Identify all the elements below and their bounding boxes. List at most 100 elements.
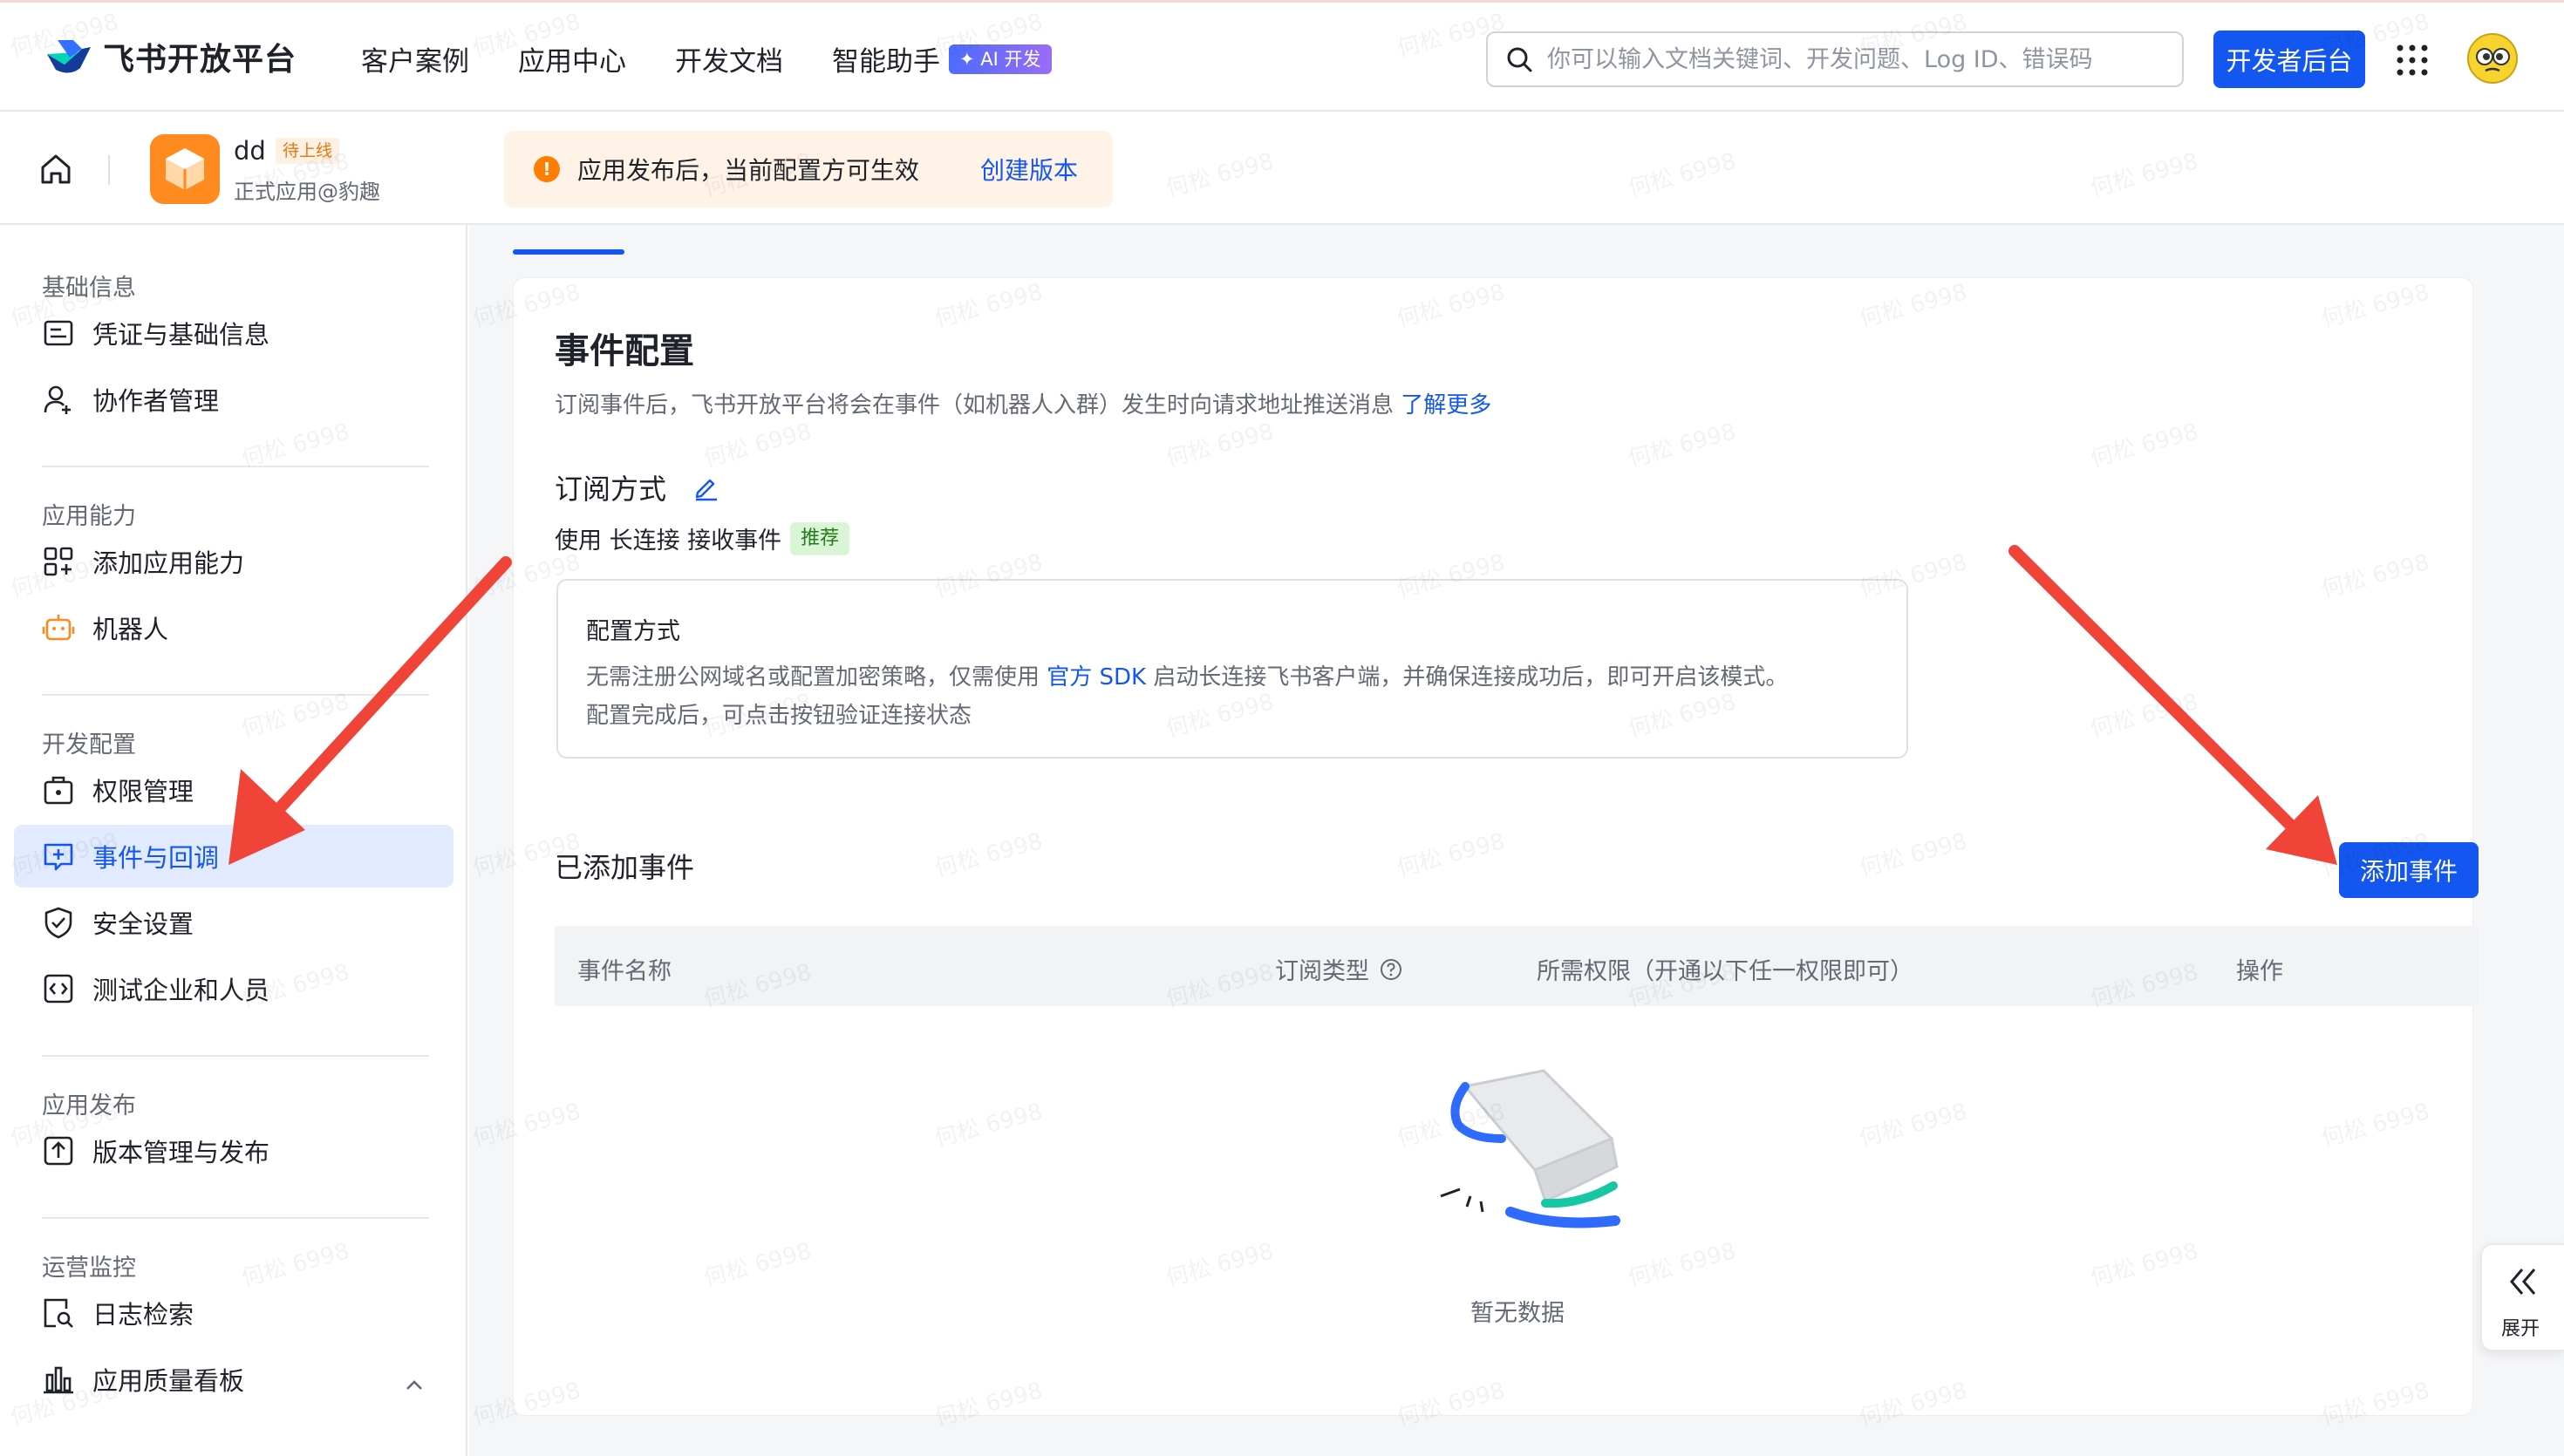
description-text: 订阅事件后，飞书开放平台将会在事件（如机器人入群）发生时向请求地址推送消息 xyxy=(555,392,1395,418)
sidebar-item-quality-board[interactable]: 应用质量看板 xyxy=(14,1348,453,1411)
notice-text: 应用发布后，当前配置方可生效 xyxy=(577,156,920,185)
empty-state-text: 暂无数据 xyxy=(1470,1300,1565,1327)
column-required-permissions: 所需权限（开通以下任一权限即可） xyxy=(1537,958,1913,985)
search-input[interactable] xyxy=(1547,45,2158,73)
nav-assistant-label: 智能助手 xyxy=(832,46,940,78)
add-event-button[interactable]: 添加事件 xyxy=(2339,842,2479,898)
app-subtitle: 正式应用@豹趣 xyxy=(234,180,380,204)
empty-box-illustration xyxy=(1440,1069,1620,1228)
user-avatar[interactable] xyxy=(2466,32,2519,85)
config-method-title: 配置方式 xyxy=(586,618,680,645)
sidebar-divider xyxy=(42,1055,429,1057)
create-version-link[interactable]: 创建版本 xyxy=(980,152,1078,187)
edit-pencil-icon[interactable] xyxy=(692,473,720,501)
sidebar-item-events-callbacks[interactable]: 事件与回调 xyxy=(14,825,453,888)
brand-name: 飞书开放平台 xyxy=(103,42,297,78)
sidebar-item-label: 版本管理与发布 xyxy=(92,1138,270,1167)
sidebar-item-label: 协作者管理 xyxy=(92,386,220,416)
sidebar-item-bot[interactable]: 机器人 xyxy=(14,596,453,659)
nav-dev-docs[interactable]: 开发文档 xyxy=(675,39,783,78)
subscribe-mode-title: 订阅方式 xyxy=(555,473,667,506)
added-events-title: 已添加事件 xyxy=(555,851,695,884)
sidebar-item-label: 测试企业和人员 xyxy=(92,976,270,1005)
apps-grid-icon[interactable] xyxy=(2395,43,2430,78)
bar-chart-icon xyxy=(44,1366,73,1394)
id-card-icon xyxy=(44,320,73,346)
sidebar-section-capabilities: 应用能力 xyxy=(42,503,136,530)
robot-icon xyxy=(42,615,75,641)
app-header-bar: dd 待上线 正式应用@豹趣 ! 应用发布后，当前配置方可生效 创建版本 xyxy=(0,112,2564,225)
user-add-icon xyxy=(44,385,71,414)
sidebar-divider xyxy=(42,694,429,696)
config-text-b: 启动长连接飞书客户端，并确保连接成功后，即可开启该模式。 xyxy=(1146,664,1789,691)
double-chevron-left-icon xyxy=(2510,1269,2536,1295)
sidebar-section-release: 应用发布 xyxy=(42,1092,136,1119)
code-box-icon xyxy=(44,974,73,1004)
sidebar-item-label: 凭证与基础信息 xyxy=(92,320,270,350)
page-title: 事件配置 xyxy=(555,331,694,371)
column-subscribe-type: 订阅类型 xyxy=(1275,952,1402,986)
sidebar: 基础信息 凭证与基础信息 协作者管理 应用能力 添加应用能力 机器人 开发配置 … xyxy=(0,225,467,1456)
subscribe-mode-text: 使用 长连接 接收事件 xyxy=(555,527,782,555)
sidebar-item-label: 安全设置 xyxy=(92,909,194,939)
sidebar-item-log-search[interactable]: 日志检索 xyxy=(14,1282,453,1344)
sidebar-item-security[interactable]: 安全设置 xyxy=(14,891,453,954)
sidebar-item-collaborators[interactable]: 协作者管理 xyxy=(14,368,453,431)
warning-icon: ! xyxy=(534,156,560,182)
page-description: 订阅事件后，飞书开放平台将会在事件（如机器人入群）发生时向请求地址推送消息 了解… xyxy=(555,387,1491,419)
events-table-header: 事件名称 订阅类型 所需权限（开通以下任一权限即可） 操作 xyxy=(555,926,2479,1006)
sidebar-item-add-capability[interactable]: 添加应用能力 xyxy=(14,530,453,593)
subscribe-mode-heading: 订阅方式 xyxy=(555,467,720,507)
app-status-badge: 待上线 xyxy=(276,138,340,164)
sidebar-item-permissions[interactable]: 权限管理 xyxy=(14,759,453,821)
config-method-box: 配置方式 无需注册公网域名或配置加密策略，仅需使用 官方 SDK 启动长连接飞书… xyxy=(556,579,1908,759)
nav-assistant[interactable]: 智能助手 ✦ AI 开发 xyxy=(832,39,1052,78)
nav-app-center[interactable]: 应用中心 xyxy=(518,39,626,78)
config-method-line: 无需注册公网域名或配置加密策略，仅需使用 官方 SDK 启动长连接飞书客户端，并… xyxy=(586,659,1788,691)
expand-label: 展开 xyxy=(2501,1318,2540,1340)
developer-console-button[interactable]: 开发者后台 xyxy=(2213,31,2365,88)
sidebar-item-test-orgs[interactable]: 测试企业和人员 xyxy=(14,957,453,1020)
sidebar-section-monitoring: 运营监控 xyxy=(42,1255,136,1282)
top-navbar: 飞书开放平台 客户案例 应用中心 开发文档 智能助手 ✦ AI 开发 开发者后台 xyxy=(0,0,2564,112)
config-method-line-2: 配置完成后，可点击按钮验证连接状态 xyxy=(586,703,972,729)
sidebar-item-label: 事件与回调 xyxy=(92,843,220,873)
chevron-up-icon[interactable] xyxy=(401,1372,427,1398)
ai-dev-badge: ✦ AI 开发 xyxy=(949,44,1052,74)
upload-box-icon xyxy=(44,1136,73,1166)
recommended-tag: 推荐 xyxy=(790,521,850,555)
expand-panel-button[interactable]: 展开 xyxy=(2480,1243,2564,1351)
active-tab-indicator xyxy=(513,249,624,255)
divider xyxy=(108,155,110,185)
briefcase-lock-icon xyxy=(44,776,73,805)
feishu-logo-icon xyxy=(47,40,91,73)
sidebar-item-label: 日志检索 xyxy=(92,1300,194,1330)
publish-notice: ! 应用发布后，当前配置方可生效 创建版本 xyxy=(504,131,1113,208)
sidebar-divider xyxy=(42,1217,429,1219)
search-box[interactable] xyxy=(1486,31,2184,87)
shield-check-icon xyxy=(44,907,72,939)
brand-logo[interactable]: 飞书开放平台 xyxy=(44,34,297,79)
column-label: 订阅类型 xyxy=(1275,958,1369,985)
sidebar-item-versions[interactable]: 版本管理与发布 xyxy=(14,1119,453,1182)
subscribe-mode-value: 使用 长连接 接收事件 推荐 xyxy=(555,521,850,555)
sidebar-section-dev-config: 开发配置 xyxy=(42,731,136,759)
nav-customer-cases[interactable]: 客户案例 xyxy=(361,39,469,78)
event-plus-icon xyxy=(44,843,73,871)
sidebar-item-label: 机器人 xyxy=(92,615,169,644)
sidebar-item-label: 权限管理 xyxy=(92,777,194,806)
app-name: dd xyxy=(234,136,266,166)
home-icon[interactable] xyxy=(38,152,73,187)
main-nav: 客户案例 应用中心 开发文档 智能助手 ✦ AI 开发 xyxy=(361,39,1101,78)
sidebar-item-label: 添加应用能力 xyxy=(92,548,245,578)
help-circle-icon[interactable] xyxy=(1380,958,1402,981)
sidebar-divider xyxy=(42,466,429,467)
sidebar-section-basic: 基础信息 xyxy=(42,275,136,302)
config-text-a: 无需注册公网域名或配置加密策略，仅需使用 xyxy=(586,664,1047,691)
official-sdk-link[interactable]: 官方 SDK xyxy=(1047,664,1146,691)
sidebar-item-label: 应用质量看板 xyxy=(92,1366,245,1396)
grid-plus-icon xyxy=(44,547,73,576)
sidebar-item-credentials[interactable]: 凭证与基础信息 xyxy=(14,302,453,364)
learn-more-link[interactable]: 了解更多 xyxy=(1401,392,1491,418)
page: 飞书开放平台 客户案例 应用中心 开发文档 智能助手 ✦ AI 开发 开发者后台 xyxy=(0,0,2564,1456)
